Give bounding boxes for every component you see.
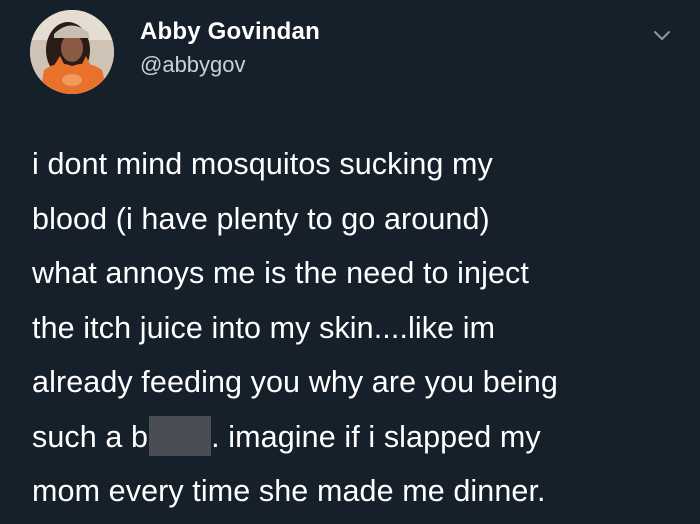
tweet-line: i dont mind mosquitos sucking my xyxy=(32,147,493,181)
chevron-down-icon[interactable] xyxy=(650,24,674,48)
display-name[interactable]: Abby Govindan xyxy=(140,16,320,48)
tweet-text: i dont mind mosquitos sucking my blood (… xyxy=(32,137,692,519)
tweet-line: such a b . imagine if i slapped my xyxy=(32,410,692,465)
tweet-line: mom every time she made me dinner. xyxy=(32,474,546,508)
tweet-card: Abby Govindan @abbygov i dont mind mosqu… xyxy=(0,0,700,524)
user-handle[interactable]: @abbygov xyxy=(140,50,320,80)
censor-block xyxy=(149,415,212,456)
avatar[interactable] xyxy=(30,10,114,94)
tweet-line: the itch juice into my skin....like im xyxy=(32,310,496,345)
tweet-line: what annoys me is the need to inject xyxy=(32,256,529,290)
tweet-line: already feeding you why are you being xyxy=(32,365,558,399)
author-info: Abby Govindan @abbygov xyxy=(140,16,320,80)
tweet-line-part: . imagine if i slapped my xyxy=(211,419,541,454)
tweet-line-part: such a b xyxy=(32,419,149,454)
tweet-line: blood (i have plenty to go around) xyxy=(32,201,490,236)
profile-photo-icon xyxy=(30,10,114,94)
